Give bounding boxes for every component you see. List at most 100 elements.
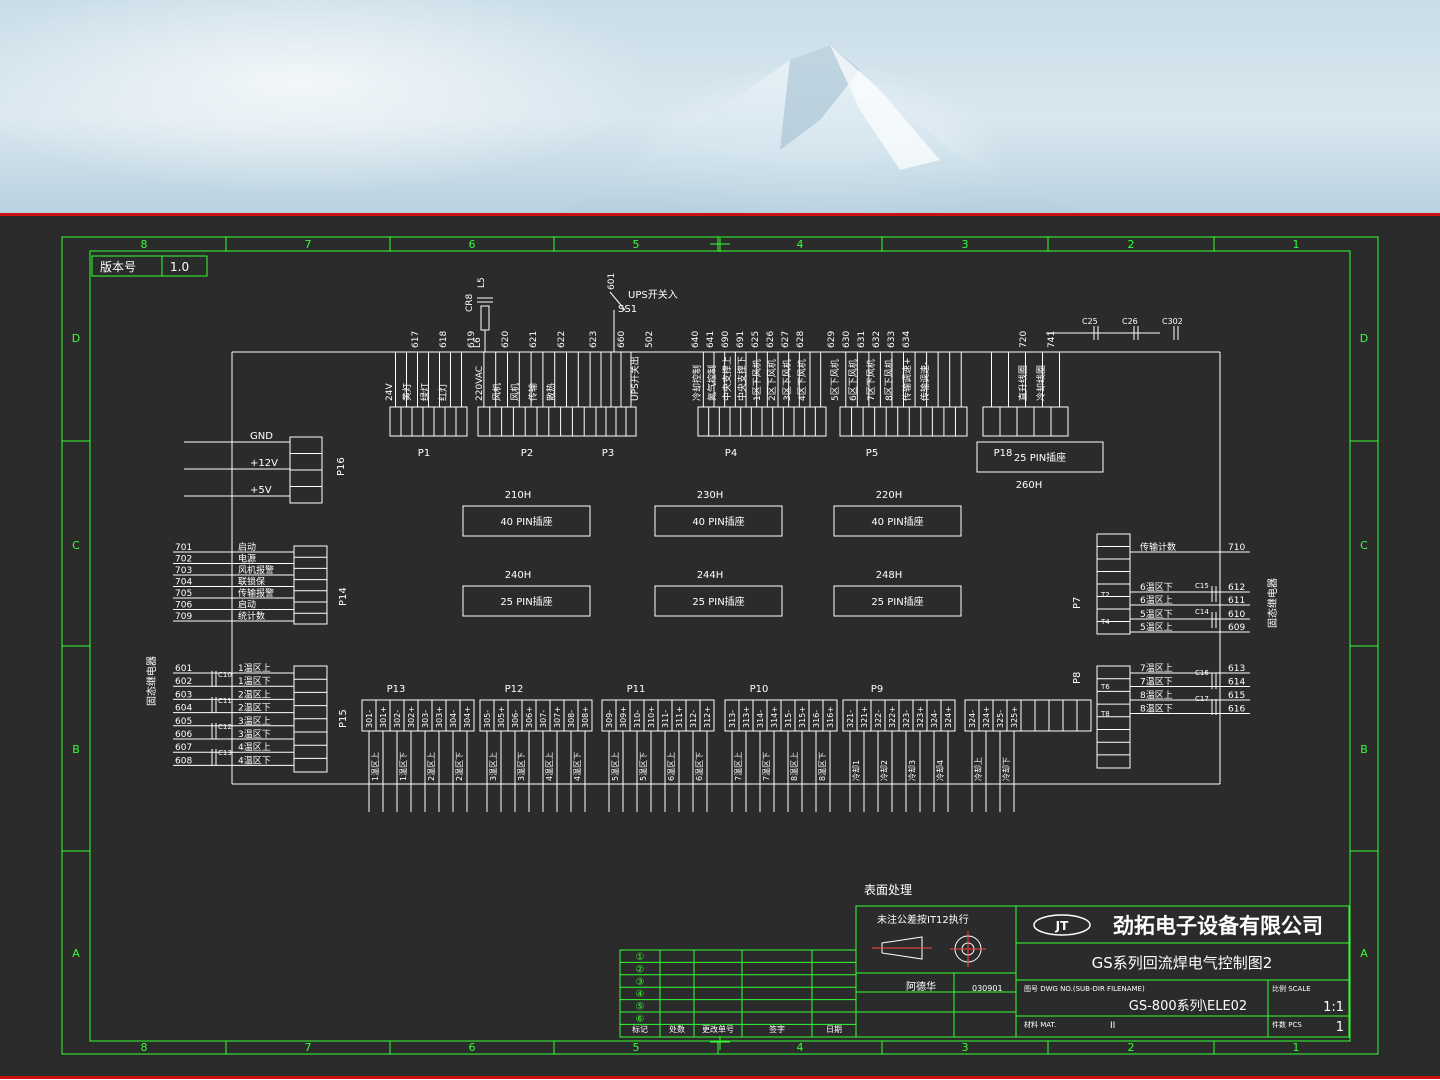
pin-label: 冷却3 (907, 760, 917, 781)
pin-label: 7温区上 (734, 752, 743, 781)
pin-number: 325- (996, 710, 1005, 728)
zone-col-top: 7 (305, 238, 312, 251)
side-label-right: 固态继电器 (1266, 578, 1279, 628)
zone-row-left: A (72, 947, 80, 960)
pin-number: 313+ (742, 706, 751, 728)
pin-number: 322- (874, 710, 883, 728)
pin-label: 散热 (545, 383, 557, 401)
connector-name: P15 (338, 709, 349, 728)
pin-label: 5区下风机 (829, 359, 841, 401)
pin-number: 324+ (982, 706, 991, 728)
pin-label: 1温区上 (371, 752, 380, 781)
zone-col-bottom: 8 (141, 1041, 148, 1054)
pin-number: 308+ (581, 706, 590, 728)
wire-number: 620 (501, 331, 511, 348)
pin-label: 电源 (238, 553, 256, 565)
pin-number: 302- (393, 710, 402, 728)
pin-label: 直升线圈 (1017, 365, 1029, 401)
pin-label: 3区下风机 (781, 359, 793, 401)
pin-label: 7温区下 (762, 752, 771, 781)
pin-number: 302+ (407, 706, 416, 728)
wire-number: 623 (589, 331, 599, 348)
pin-number: 315+ (798, 706, 807, 728)
pin-label: 启动 (238, 541, 256, 553)
pin-label: 传输调速+ (901, 357, 913, 401)
pin-label: 7区下风机 (865, 359, 877, 401)
surface-label: 表面处理 (864, 883, 912, 897)
wire-number: 628 (796, 331, 806, 348)
pin-label: 220VAC (475, 366, 485, 401)
wire-number: 690 (721, 331, 731, 348)
zone-col-bottom: 5 (633, 1041, 640, 1054)
connector-name: P8 (1072, 672, 1083, 684)
pin-number: 304- (449, 710, 458, 728)
pin-label: 联锁保 (238, 576, 265, 588)
electrical-schematic: 8 8 7 7 6 6 5 5 4 4 3 3 2 2 1 1 D D C C B B A A 版本号 1.0 P1 P2 P3 P4 P… (61, 236, 1379, 1055)
socket-label: 40 PIN插座 (692, 515, 744, 528)
wire-number: 720 (1019, 331, 1029, 348)
pin-number: 312+ (703, 706, 712, 728)
cap-label: C13 (218, 749, 232, 757)
pin-number: 307- (539, 710, 548, 728)
pin-label: 冷却下 (1001, 757, 1011, 781)
pin-label: 5温区下 (1140, 609, 1173, 620)
power-pin-label: +12V (250, 458, 278, 469)
pin-label: 2温区下 (238, 703, 271, 714)
schematic-body: P1 P2 P3 P4 P5 P1824V 黄灯 绿灯 红灯 220VAC 风机 风机 传输 散热 UPS开… (145, 273, 1279, 812)
pin-label: 8区下风机 (883, 359, 895, 401)
socket-id: 260H (1016, 480, 1043, 491)
pin-number: 316+ (826, 706, 835, 728)
socket-id: 230H (697, 490, 724, 501)
pin-number: 312- (689, 710, 698, 728)
pin-number: 323- (902, 710, 911, 728)
dwg-number: GS-800系列\ELE02 (1129, 999, 1247, 1014)
pin-number: 315- (784, 710, 793, 728)
wire-number: 618 (439, 331, 449, 348)
cad-drawing-area: 8 8 7 7 6 6 5 5 4 4 3 3 2 2 1 1 D D C C B B A A 版本号 1.0 P1 P2 P3 P4 P… (0, 216, 1440, 1076)
socket-id: 210H (505, 490, 532, 501)
cap-label: C26 (1122, 317, 1138, 326)
wire-number: 604 (175, 704, 192, 714)
rev-header: 更改单号 (702, 1024, 734, 1034)
pin-number: 305- (483, 710, 492, 728)
pin-number: 304+ (463, 706, 472, 728)
pin-label: 4温区下 (238, 755, 271, 766)
pin-label: 3温区下 (238, 729, 271, 740)
version-value: 1.0 (170, 260, 189, 274)
pin-label: 冷却控制 (691, 365, 703, 401)
zone-col-bottom: 6 (469, 1041, 476, 1054)
pin-number: 321- (846, 710, 855, 728)
pcs-label: 件数 PCS (1272, 1020, 1302, 1029)
pin-label: 中央支撑上 (721, 356, 733, 401)
connector-block (389, 406, 468, 437)
company-name: 劲拓电子设备有限公司 (1113, 914, 1323, 938)
pin-number: 311- (661, 710, 670, 728)
pin-label: 5温区上 (611, 752, 620, 781)
pin-label: 2温区上 (238, 689, 271, 700)
pin-number: 314+ (770, 706, 779, 728)
pin-label: 启动 (238, 599, 256, 611)
zone-col-top: 1 (1293, 238, 1300, 251)
zone-col-bottom: 2 (1128, 1041, 1135, 1054)
pin-label: 7温区下 (1140, 677, 1173, 688)
connector-block (982, 406, 1069, 437)
pin-label: 冷却上 (973, 757, 983, 781)
pin-label: 5温区下 (639, 752, 648, 781)
connector-name: P14 (338, 587, 349, 606)
wire-number: L6 (473, 337, 483, 348)
zone-col-top: 3 (962, 238, 969, 251)
pin-label: 风机 (491, 383, 503, 401)
socket-label: 25 PIN插座 (871, 595, 923, 608)
pin-label: 风机报警 (238, 564, 274, 576)
rev-header: 标记 (632, 1024, 648, 1034)
logo-text: JT (1055, 919, 1069, 933)
rev-header: 日期 (826, 1025, 842, 1034)
connector-name: P1 (418, 448, 430, 459)
wire-number: 625 (751, 331, 761, 348)
pin-label: 24V (385, 383, 395, 401)
pin-number: 310- (633, 710, 642, 728)
zone-col-top: 8 (141, 238, 148, 251)
wire-number: 626 (766, 331, 776, 348)
zone-col-bottom: 7 (305, 1041, 312, 1054)
rev-mark: ⑥ (636, 1014, 645, 1025)
